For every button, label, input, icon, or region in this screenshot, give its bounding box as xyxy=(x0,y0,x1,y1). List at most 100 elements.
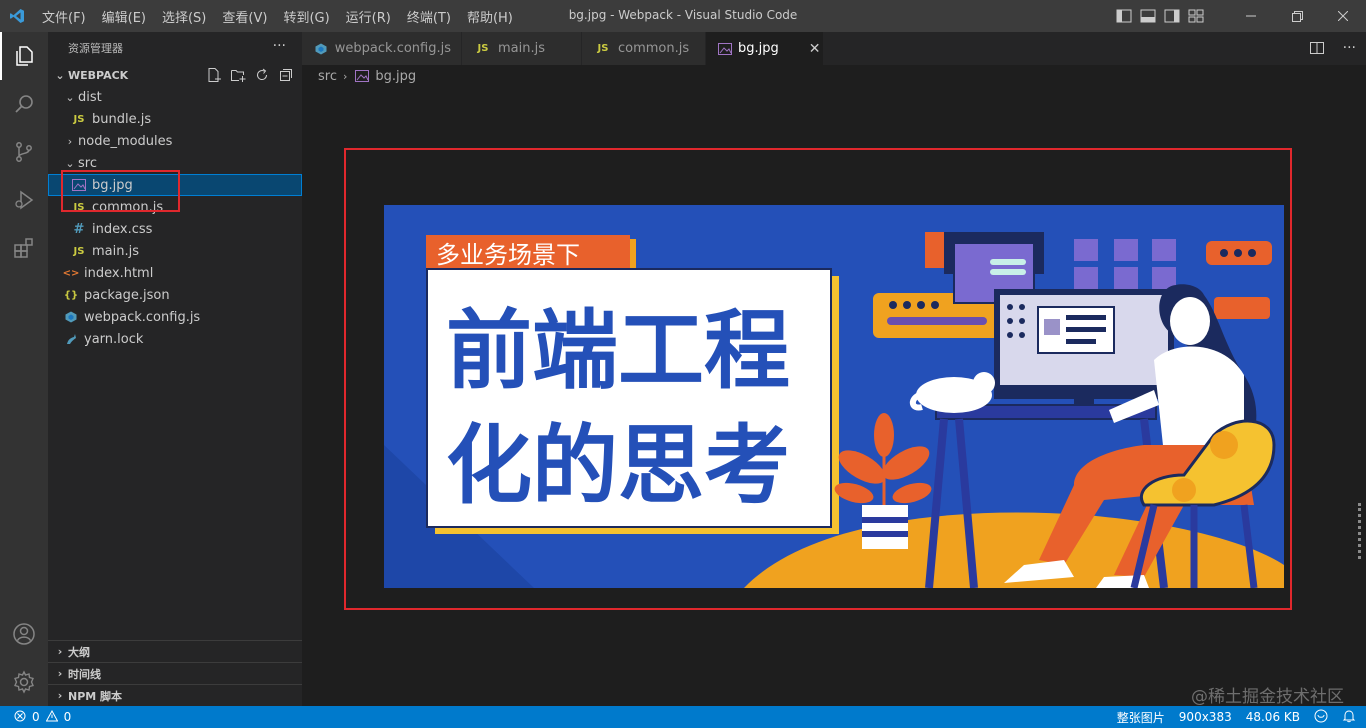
tab-webpack-config[interactable]: webpack.config.js xyxy=(302,32,462,65)
workspace-root[interactable]: ⌄ WEBPACK xyxy=(48,64,302,86)
menu-bar: 文件(F) 编辑(E) 选择(S) 查看(V) 转到(G) 运行(R) 终端(T… xyxy=(34,0,521,32)
npm-scripts-section-label: NPM 脚本 xyxy=(68,689,123,703)
banner-title-line1: 前端工程 xyxy=(446,301,790,401)
banner-illustration: 多业务场景下 前端工程 化的思考 xyxy=(384,205,1284,588)
menu-selection[interactable]: 选择(S) xyxy=(154,7,214,26)
settings-gear-icon[interactable] xyxy=(0,658,48,706)
tree-item-label: node_modules xyxy=(78,133,173,149)
minimize-button[interactable] xyxy=(1228,0,1274,32)
image-zoom-fit[interactable]: 整张图片 xyxy=(1117,709,1165,726)
tab-main-js[interactable]: JS main.js xyxy=(462,32,582,65)
tab-label: main.js xyxy=(498,41,545,56)
more-actions-icon[interactable]: ··· xyxy=(1343,40,1356,60)
html-file-icon: <> xyxy=(62,267,80,279)
menu-go[interactable]: 转到(G) xyxy=(275,7,337,26)
tree-item-label: yarn.lock xyxy=(84,331,144,347)
tab-label: bg.jpg xyxy=(738,41,779,56)
js-file-icon: JS xyxy=(597,43,609,54)
yarn-file-icon xyxy=(62,333,80,345)
tree-file-index-html[interactable]: <> index.html xyxy=(48,262,302,284)
tree-item-label: bundle.js xyxy=(92,111,152,127)
tree-file-bundle-js[interactable]: JS bundle.js xyxy=(48,108,302,130)
error-count: 0 xyxy=(32,710,40,724)
tab-common-js[interactable]: JS common.js xyxy=(582,32,706,65)
title-bar: 文件(F) 编辑(E) 选择(S) 查看(V) 转到(G) 运行(R) 终端(T… xyxy=(0,0,1366,32)
activity-bar xyxy=(0,32,48,706)
collapse-all-icon[interactable] xyxy=(278,67,294,83)
warning-count: 0 xyxy=(63,710,72,724)
menu-terminal[interactable]: 终端(T) xyxy=(399,7,459,26)
menu-file[interactable]: 文件(F) xyxy=(34,7,94,26)
watermark: @稀土掘金技术社区 xyxy=(1191,687,1344,707)
banner-title-line2: 化的思考 xyxy=(446,416,790,516)
tab-label: webpack.config.js xyxy=(334,41,451,56)
status-bar: 0 0 整张图片 900x383 48.06 KB xyxy=(0,706,1366,728)
more-actions-icon[interactable]: ··· xyxy=(273,38,286,54)
chevron-right-icon: › xyxy=(57,667,63,680)
tree-file-index-css[interactable]: # index.css xyxy=(48,218,302,240)
js-file-icon: JS xyxy=(73,113,85,125)
tree-item-label: index.html xyxy=(84,265,154,281)
refresh-icon[interactable] xyxy=(254,67,270,83)
image-file-icon xyxy=(718,42,732,55)
new-file-icon[interactable] xyxy=(206,67,222,83)
json-file-icon: {} xyxy=(63,289,79,301)
accounts-icon[interactable] xyxy=(0,610,48,658)
webpack-file-icon xyxy=(62,311,80,323)
search-icon[interactable] xyxy=(0,80,48,128)
tree-file-main-js[interactable]: JS main.js xyxy=(48,240,302,262)
close-window-button[interactable] xyxy=(1320,0,1366,32)
restore-button[interactable] xyxy=(1274,0,1320,32)
tree-file-yarn-lock[interactable]: yarn.lock xyxy=(48,328,302,350)
toggle-secondary-sidebar-icon[interactable] xyxy=(1164,9,1180,23)
editor-tabs: webpack.config.js JS main.js JS common.j… xyxy=(302,32,1366,65)
webpack-file-icon xyxy=(314,43,329,55)
tree-folder-dist[interactable]: ⌄ dist xyxy=(48,86,302,108)
scrollbar-thumb[interactable] xyxy=(1358,503,1366,559)
preview-image: 多业务场景下 前端工程 化的思考 xyxy=(384,205,1284,588)
chevron-right-icon: › xyxy=(342,69,348,83)
split-editor-icon[interactable] xyxy=(1309,40,1325,60)
tree-folder-node-modules[interactable]: › node_modules xyxy=(48,130,302,152)
image-preview-editor: 多业务场景下 前端工程 化的思考 xyxy=(302,87,1366,706)
menu-run[interactable]: 运行(R) xyxy=(338,7,399,26)
tree-item-label: main.js xyxy=(92,243,139,259)
toggle-panel-icon[interactable] xyxy=(1140,9,1156,23)
menu-help[interactable]: 帮助(H) xyxy=(459,7,521,26)
npm-scripts-section[interactable]: › NPM 脚本 xyxy=(48,684,302,706)
tree-item-label: index.css xyxy=(92,221,153,237)
image-dimensions: 900x383 xyxy=(1178,710,1232,724)
chevron-right-icon: › xyxy=(67,134,73,148)
timeline-section[interactable]: › 时间线 xyxy=(48,662,302,684)
breadcrumb-bg-jpg[interactable]: bg.jpg xyxy=(375,69,416,84)
tab-bg-jpg[interactable]: bg.jpg ✕ xyxy=(706,32,824,65)
outline-section[interactable]: › 大纲 xyxy=(48,640,302,662)
source-control-icon[interactable] xyxy=(0,128,48,176)
breadcrumb: src › bg.jpg xyxy=(302,65,1366,87)
tree-item-label: package.json xyxy=(84,287,170,303)
chevron-down-icon: ⌄ xyxy=(55,68,65,82)
explorer-icon[interactable] xyxy=(0,32,48,80)
chevron-down-icon: ⌄ xyxy=(65,90,75,104)
js-file-icon: JS xyxy=(477,43,489,54)
new-folder-icon[interactable] xyxy=(230,67,246,83)
chevron-right-icon: › xyxy=(57,689,63,702)
extensions-icon[interactable] xyxy=(0,224,48,272)
problems-indicator[interactable]: 0 0 xyxy=(0,709,72,725)
toggle-sidebar-icon[interactable] xyxy=(1116,9,1132,23)
menu-edit[interactable]: 编辑(E) xyxy=(94,7,154,26)
css-file-icon: # xyxy=(73,221,85,237)
customize-layout-icon[interactable] xyxy=(1188,9,1204,23)
error-icon xyxy=(14,710,26,725)
run-debug-icon[interactable] xyxy=(0,176,48,224)
chevron-down-icon: ⌄ xyxy=(65,156,75,170)
breadcrumb-src[interactable]: src xyxy=(318,69,337,84)
menu-view[interactable]: 查看(V) xyxy=(214,7,275,26)
feedback-icon[interactable] xyxy=(1314,709,1328,726)
tree-file-package-json[interactable]: {} package.json xyxy=(48,284,302,306)
tree-item-label: src xyxy=(78,155,97,171)
js-file-icon: JS xyxy=(73,245,85,257)
tree-file-webpack-config[interactable]: webpack.config.js xyxy=(48,306,302,328)
close-tab-icon[interactable]: ✕ xyxy=(809,41,821,57)
notifications-bell-icon[interactable] xyxy=(1342,709,1356,726)
